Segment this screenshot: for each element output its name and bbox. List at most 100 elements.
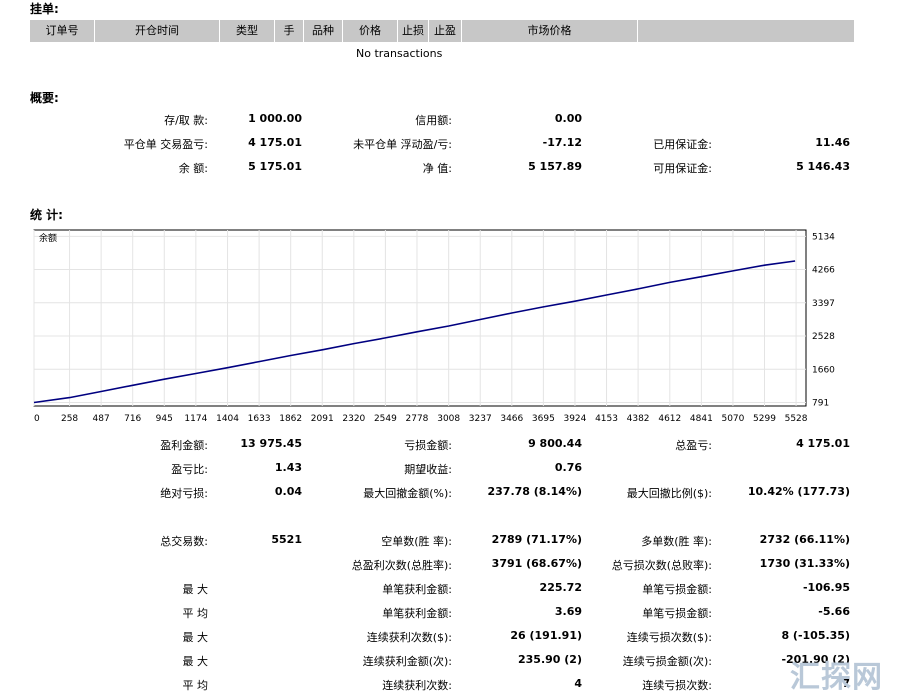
- summary-label: 平仓单 交易盈亏:: [123, 138, 208, 151]
- summary-value: -17.12: [542, 136, 582, 149]
- stats-label: 单笔获利金额:: [382, 583, 452, 596]
- x-tick-label: 487: [93, 414, 110, 424]
- stats-value: 26 (191.91): [510, 629, 582, 642]
- col-sl[interactable]: 止损: [398, 20, 429, 42]
- col-tp[interactable]: 止盈: [429, 20, 462, 42]
- stats-label: 最大回撤金额(%):: [363, 487, 452, 500]
- stats-value: 8 (-105.35): [781, 629, 850, 642]
- x-tick-label: 2091: [311, 414, 334, 424]
- y-tick-label: 4266: [812, 266, 835, 276]
- stats-value: 237.78 (8.14%): [487, 485, 583, 498]
- stats-value: 5521: [271, 533, 302, 546]
- x-tick-label: 5070: [721, 414, 744, 424]
- col-symbol[interactable]: 品种: [304, 20, 343, 42]
- x-tick-label: 0: [34, 414, 40, 424]
- x-tick-label: 945: [156, 414, 173, 424]
- summary-label: 未平仓单 浮动盈/亏:: [353, 138, 452, 151]
- stats-label: 平 均: [182, 607, 209, 620]
- col-price[interactable]: 价格: [343, 20, 398, 42]
- stats-label: 总盈亏:: [675, 439, 712, 452]
- x-tick-label: 1404: [216, 414, 239, 424]
- summary-label: 余 额:: [178, 162, 208, 175]
- summary-label: 已用保证金:: [653, 138, 712, 151]
- stats-value: 4 175.01: [796, 437, 850, 450]
- stats-value: 3.69: [554, 605, 582, 618]
- stats-label: 亏损金额:: [404, 439, 452, 452]
- x-tick-label: 2549: [374, 414, 397, 424]
- stats-label: 期望收益:: [404, 463, 452, 476]
- orders-title: 挂单:: [30, 2, 59, 16]
- stats-label: 盈利金额:: [160, 439, 208, 452]
- stats-label: 单笔亏损金额:: [642, 583, 712, 596]
- stats-label: 最 大: [182, 655, 209, 668]
- col-extra[interactable]: [638, 20, 854, 42]
- stats-value: -5.66: [818, 605, 850, 618]
- stats-value: 0.76: [554, 461, 582, 474]
- summary-value: 5 157.89: [528, 160, 582, 173]
- orders-empty-message: No transactions: [356, 47, 443, 60]
- summary-value: 5 146.43: [796, 160, 850, 173]
- stats-label: 最大回撤比例($):: [626, 487, 712, 500]
- stats-label: 平 均: [182, 679, 209, 692]
- summary-label: 信用额:: [415, 114, 452, 127]
- y-tick-label: 2528: [812, 332, 835, 342]
- col-open-time[interactable]: 开仓时间: [95, 20, 220, 42]
- stats-label: 连续获利次数:: [382, 679, 452, 692]
- x-tick-label: 4612: [658, 414, 681, 424]
- stats-label: 连续亏损金额(次):: [622, 655, 712, 668]
- stats-value: 3791 (68.67%): [491, 557, 582, 570]
- summary-value: 1 000.00: [248, 112, 302, 125]
- col-lots[interactable]: 手: [275, 20, 304, 42]
- x-tick-label: 1633: [248, 414, 271, 424]
- col-market-price[interactable]: 市场价格: [462, 20, 638, 42]
- y-tick-label: 791: [812, 399, 829, 409]
- stats-title: 统 计:: [30, 208, 63, 222]
- summary-value: 11.46: [815, 136, 850, 149]
- col-type[interactable]: 类型: [220, 20, 275, 42]
- x-tick-label: 3466: [500, 414, 523, 424]
- y-tick-label: 1660: [812, 365, 835, 375]
- summary-value: 4 175.01: [248, 136, 302, 149]
- stats-value: 10.42% (177.73): [747, 485, 850, 498]
- x-tick-label: 3924: [563, 414, 586, 424]
- x-tick-label: 2320: [342, 414, 365, 424]
- stats-label: 连续获利金额(次):: [362, 655, 452, 668]
- stats-value: 235.90 (2): [518, 653, 582, 666]
- x-tick-label: 716: [124, 414, 141, 424]
- stats-label: 盈亏比:: [171, 463, 208, 476]
- x-tick-label: 3695: [532, 414, 555, 424]
- stats-label: 空单数(胜 率):: [381, 535, 452, 548]
- stats-value: 1730 (31.33%): [759, 557, 850, 570]
- summary-label: 净 值:: [422, 162, 452, 175]
- summary-title: 概要:: [30, 91, 59, 105]
- x-tick-label: 258: [61, 414, 78, 424]
- stats-label: 最 大: [182, 631, 209, 644]
- x-tick-label: 3008: [437, 414, 460, 424]
- x-tick-label: 4841: [690, 414, 713, 424]
- x-tick-label: 2778: [406, 414, 429, 424]
- balance-chart: 0 258 487 716 945 1174 1404 1633 1862 2091 2320 254…: [33, 229, 835, 424]
- y-tick-label: 5134: [812, 232, 835, 242]
- stats-value: 2732 (66.11%): [759, 533, 850, 546]
- orders-table-header: 订单号 开仓时间 类型 手 品种 价格 止损 止盈 市场价格: [30, 20, 854, 42]
- stats-label: 多单数(胜 率):: [641, 535, 712, 548]
- summary-value: 5 175.01: [248, 160, 302, 173]
- stats-label: 总盈利次数(总胜率):: [351, 559, 452, 572]
- stats-value: -106.95: [802, 581, 850, 594]
- stats-label: 连续亏损次数:: [642, 679, 712, 692]
- stats-label: 绝对亏损:: [160, 487, 208, 500]
- x-tick-label: 4153: [595, 414, 618, 424]
- summary-label: 存/取 款:: [164, 114, 208, 127]
- stats-value: 225.72: [539, 581, 582, 594]
- stats-value: 0.04: [274, 485, 302, 498]
- x-tick-label: 4382: [627, 414, 650, 424]
- plot-area: [33, 229, 807, 407]
- x-tick-label: 5528: [785, 414, 808, 424]
- col-order-id[interactable]: 订单号: [30, 20, 95, 42]
- summary-value: 0.00: [554, 112, 582, 125]
- x-tick-label: 1862: [279, 414, 302, 424]
- x-tick-label: 5299: [753, 414, 776, 424]
- stats-value: 2789 (71.17%): [491, 533, 582, 546]
- summary-label: 可用保证金:: [653, 162, 712, 175]
- stats-value: 4: [574, 677, 582, 690]
